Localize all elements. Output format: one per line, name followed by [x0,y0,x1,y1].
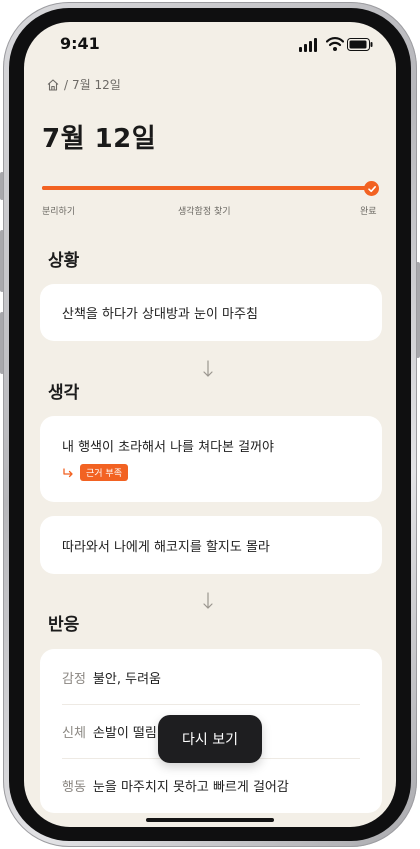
home-indicator [146,818,274,822]
thought-card-2: 따라와서 나에게 해코지를 할지도 몰라 [40,516,382,574]
breadcrumb-separator: / [64,77,69,92]
progress-track [42,186,374,190]
down-arrow-icon [203,360,213,377]
section-heading-thought: 생각 [48,383,80,403]
reply-arrow-icon [63,467,73,477]
signal-icon [299,38,317,52]
breadcrumb: / 7월 12일 [46,76,121,93]
home-icon[interactable] [46,78,60,92]
section-heading-situation: 상황 [48,251,80,271]
reaction-label-emotion: 감정 [62,671,86,687]
progress-step-1: 분리하기 [42,207,76,217]
situation-card: 산책을 하다가 상대방과 눈이 마주침 [40,284,382,341]
thought-tag-row: 근거 부족 [62,464,128,481]
evidence-lacking-tag: 근거 부족 [80,464,128,481]
thought-text-2: 따라와서 나에게 해코지를 할지도 몰라 [62,540,270,555]
reaction-label-behavior: 행동 [62,779,86,795]
phone-device: 9:41 / 7월 12일 7월 12일 분리하기 생각함정 찾기 완료 상황 … [0,0,420,849]
check-icon [367,185,376,192]
progress-step-3: 완료 [360,207,377,217]
thought-text-1: 내 행색이 초라해서 나를 쳐다본 걸꺼야 [62,440,275,455]
reaction-value-body: 손발이 떨림 [92,725,157,741]
reaction-value-behavior: 눈을 마주치지 못하고 빠르게 걸어감 [92,779,289,795]
app-screen: 9:41 / 7월 12일 7월 12일 분리하기 생각함정 찾기 완료 상황 … [24,22,396,827]
reaction-row-behavior: 행동 눈을 마주치지 못하고 빠르게 걸어감 [62,759,360,811]
reaction-value-emotion: 불안, 두려움 [92,671,161,687]
progress-step-2: 생각함정 찾기 [178,207,231,217]
review-again-button[interactable]: 다시 보기 [158,715,262,763]
progress-complete-marker [364,181,379,196]
progress-fill [42,186,374,190]
wifi-icon [326,37,344,51]
breadcrumb-current: 7월 12일 [72,78,121,92]
situation-text: 산책을 하다가 상대방과 눈이 마주침 [62,307,258,322]
thought-card-1: 내 행색이 초라해서 나를 쳐다본 걸꺼야 근거 부족 [40,416,382,502]
reaction-label-body: 신체 [62,725,86,741]
down-arrow-icon [203,592,213,609]
section-heading-reaction: 반응 [48,615,80,635]
battery-icon [347,38,373,51]
status-time: 9:41 [60,34,100,53]
reaction-row-emotion: 감정 불안, 두려움 [62,651,360,703]
page-title: 7월 12일 [42,124,157,154]
status-bar: 9:41 [24,22,396,66]
